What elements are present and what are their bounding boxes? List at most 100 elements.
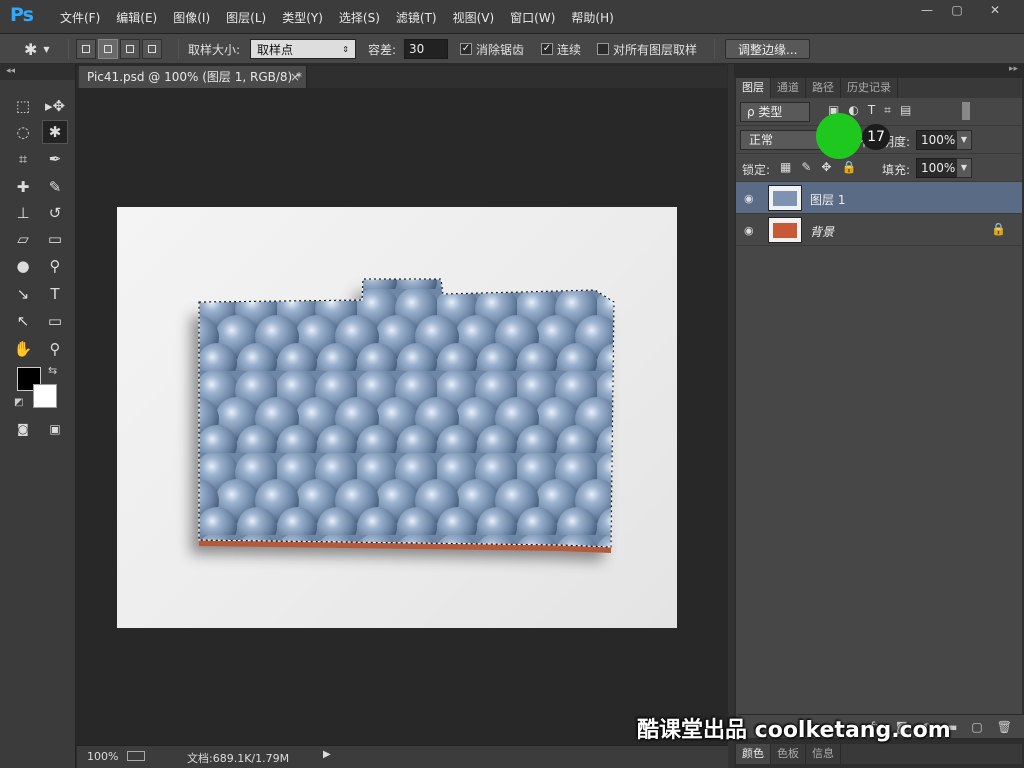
collapse-icon[interactable]: ◂◂ bbox=[0, 64, 75, 80]
menu-type[interactable]: 类型(Y) bbox=[274, 9, 331, 26]
tab-swatches[interactable]: 色板 bbox=[771, 744, 806, 764]
close-button[interactable]: ✕ bbox=[972, 0, 1018, 20]
tool-preset-picker[interactable]: ✱ ▼ bbox=[24, 39, 50, 59]
layer-name[interactable]: 背景 bbox=[810, 223, 834, 240]
tolerance-input[interactable]: 30 bbox=[404, 39, 448, 59]
trash-icon[interactable]: 🗑 bbox=[997, 720, 1012, 734]
lock-all-icon[interactable]: 🔒 bbox=[841, 160, 856, 174]
smart-object-filter-icon[interactable]: ▤ bbox=[900, 103, 911, 118]
eraser-icon[interactable]: ▱ bbox=[10, 227, 36, 251]
magic-wand-icon[interactable]: ✱ bbox=[42, 120, 68, 144]
divider bbox=[714, 39, 715, 59]
menu-layer[interactable]: 图层(L) bbox=[218, 9, 274, 26]
shape-icon[interactable]: ▭ bbox=[42, 309, 68, 333]
layer-lock-icon: 🔒 bbox=[991, 222, 1006, 236]
zoom-icon[interactable]: ⚲ bbox=[42, 337, 68, 361]
layers-panel-tabs: 图层 通道 路径 历史记录 bbox=[736, 78, 1022, 98]
anti-alias-checkbox[interactable]: ✓ 消除锯齿 bbox=[460, 39, 524, 59]
default-colors-icon[interactable]: ◩ bbox=[14, 397, 23, 408]
subtract-selection-button[interactable] bbox=[120, 39, 140, 59]
history-brush-icon[interactable]: ↺ bbox=[42, 201, 68, 225]
lasso-icon[interactable]: ◌ bbox=[10, 120, 36, 144]
tab-history[interactable]: 历史记录 bbox=[841, 78, 898, 98]
document-tab[interactable]: Pic41.psd @ 100% (图层 1, RGB/8) * × bbox=[79, 66, 307, 88]
add-to-selection-button[interactable] bbox=[98, 39, 118, 59]
layer-filter-row: ρ 类型 ▣ ◐ T ⌗ ▤ bbox=[736, 98, 1022, 126]
sample-size-label: 取样大小: bbox=[188, 42, 241, 57]
tab-channels[interactable]: 通道 bbox=[771, 78, 806, 98]
menu-help[interactable]: 帮助(H) bbox=[563, 9, 621, 26]
hand-icon[interactable]: ✋ bbox=[10, 337, 36, 361]
sample-size-select[interactable]: 取样点 ⇕ bbox=[250, 39, 356, 59]
screen-mode-icon[interactable]: ▣ bbox=[42, 417, 68, 441]
dock-collapse-icon[interactable]: ▸▸ bbox=[734, 64, 1024, 78]
brush-icon[interactable]: ✎ bbox=[42, 175, 68, 199]
visibility-eye-icon[interactable]: ◉ bbox=[744, 224, 754, 237]
filter-toggle-icon[interactable] bbox=[962, 102, 970, 120]
stamp-icon[interactable]: ⊥ bbox=[10, 201, 36, 225]
tab-paths[interactable]: 路径 bbox=[806, 78, 841, 98]
new-selection-button[interactable] bbox=[76, 39, 96, 59]
lock-row: 锁定: ▦ ✎ ✥ 🔒 填充: 100% ▼ bbox=[736, 154, 1022, 182]
shape-filter-icon[interactable]: ⌗ bbox=[884, 103, 891, 118]
fill-label: 填充: bbox=[882, 163, 911, 177]
menu-edit[interactable]: 编辑(E) bbox=[108, 9, 165, 26]
maximize-button[interactable]: ▢ bbox=[942, 0, 972, 20]
contiguous-checkbox[interactable]: ✓ 连续 bbox=[541, 39, 581, 59]
type-filter-icon[interactable]: T bbox=[868, 103, 875, 118]
move-icon[interactable]: ▸✥ bbox=[42, 94, 68, 118]
intersect-selection-button[interactable] bbox=[142, 39, 162, 59]
layer-name[interactable]: 图层 1 bbox=[810, 191, 845, 208]
tab-color[interactable]: 颜色 bbox=[736, 744, 771, 764]
pen-icon[interactable]: ↘ bbox=[10, 282, 36, 306]
crop-icon[interactable]: ⌗ bbox=[10, 147, 36, 171]
document-image[interactable] bbox=[117, 207, 677, 628]
menu-image[interactable]: 图像(I) bbox=[165, 9, 218, 26]
menu-select[interactable]: 选择(S) bbox=[331, 9, 388, 26]
menu-window[interactable]: 窗口(W) bbox=[502, 9, 563, 26]
status-menu-arrow-icon[interactable]: ▶ bbox=[323, 749, 331, 760]
path-select-icon[interactable]: ↖ bbox=[10, 309, 36, 333]
main-menu: 文件(F) 编辑(E) 图像(I) 图层(L) 类型(Y) 选择(S) 滤镜(T… bbox=[52, 9, 622, 26]
divider bbox=[178, 39, 179, 59]
layer-filter-select[interactable]: ρ 类型 bbox=[740, 102, 810, 122]
layer-row[interactable]: ◉ 图层 1 bbox=[736, 182, 1022, 214]
minimize-button[interactable]: — bbox=[912, 0, 942, 20]
eyedropper-icon[interactable]: ✒ bbox=[42, 147, 68, 171]
gradient-icon[interactable]: ▭ bbox=[42, 227, 68, 251]
new-layer-icon[interactable]: ▢ bbox=[971, 720, 982, 734]
canvas-area[interactable] bbox=[77, 88, 728, 745]
lock-image-icon[interactable]: ✎ bbox=[801, 160, 811, 174]
zoom-level[interactable]: 100% bbox=[87, 750, 118, 763]
tools-panel: ◂◂ ⬚ ▸✥ ◌ ✱ ⌗ ✒ ✚ ✎ ⊥ ↺ ▱ ▭ ● ⚲ ↘ T ↖ ▭ … bbox=[0, 64, 76, 768]
menu-bar: Ps 文件(F) 编辑(E) 图像(I) 图层(L) 类型(Y) 选择(S) 滤… bbox=[0, 0, 1024, 34]
tab-info[interactable]: 信息 bbox=[806, 744, 841, 764]
fill-dropdown-icon[interactable]: ▼ bbox=[956, 158, 972, 178]
document-info: 文档:689.1K/1.79M bbox=[187, 752, 290, 765]
swap-colors-icon[interactable]: ⇆ bbox=[48, 364, 57, 377]
dodge-icon[interactable]: ⚲ bbox=[42, 254, 68, 278]
lock-transparency-icon[interactable]: ▦ bbox=[780, 160, 791, 174]
refine-edge-button[interactable]: 调整边缘... bbox=[725, 39, 811, 59]
layer-row[interactable]: ◉ 背景 🔒 bbox=[736, 214, 1022, 246]
document-tab-bar: Pic41.psd @ 100% (图层 1, RGB/8) * × bbox=[77, 66, 727, 88]
opacity-dropdown-icon[interactable]: ▼ bbox=[956, 130, 972, 150]
tab-layers[interactable]: 图层 bbox=[736, 78, 771, 98]
visibility-eye-icon[interactable]: ◉ bbox=[744, 192, 754, 205]
lock-position-icon[interactable]: ✥ bbox=[821, 160, 831, 174]
updown-icon: ⇕ bbox=[342, 44, 349, 54]
close-tab-icon[interactable]: × bbox=[290, 66, 300, 88]
divider bbox=[68, 39, 69, 59]
menu-view[interactable]: 视图(V) bbox=[445, 9, 503, 26]
type-icon[interactable]: T bbox=[42, 282, 68, 306]
menu-filter[interactable]: 滤镜(T) bbox=[388, 9, 445, 26]
healing-icon[interactable]: ✚ bbox=[10, 175, 36, 199]
navigator-icon[interactable] bbox=[127, 751, 145, 761]
blur-icon[interactable]: ● bbox=[10, 254, 36, 278]
marquee-icon[interactable]: ⬚ bbox=[10, 94, 36, 118]
quick-mask-icon[interactable]: ◙ bbox=[10, 417, 36, 441]
background-color-swatch[interactable] bbox=[33, 384, 57, 408]
sample-all-layers-checkbox[interactable]: 对所有图层取样 bbox=[597, 39, 697, 59]
options-bar: ✱ ▼ 取样大小: 取样点 ⇕ 容差: 30 ✓ 消除锯齿 ✓ 连续 对所有图层… bbox=[0, 34, 1024, 64]
menu-file[interactable]: 文件(F) bbox=[52, 9, 108, 26]
